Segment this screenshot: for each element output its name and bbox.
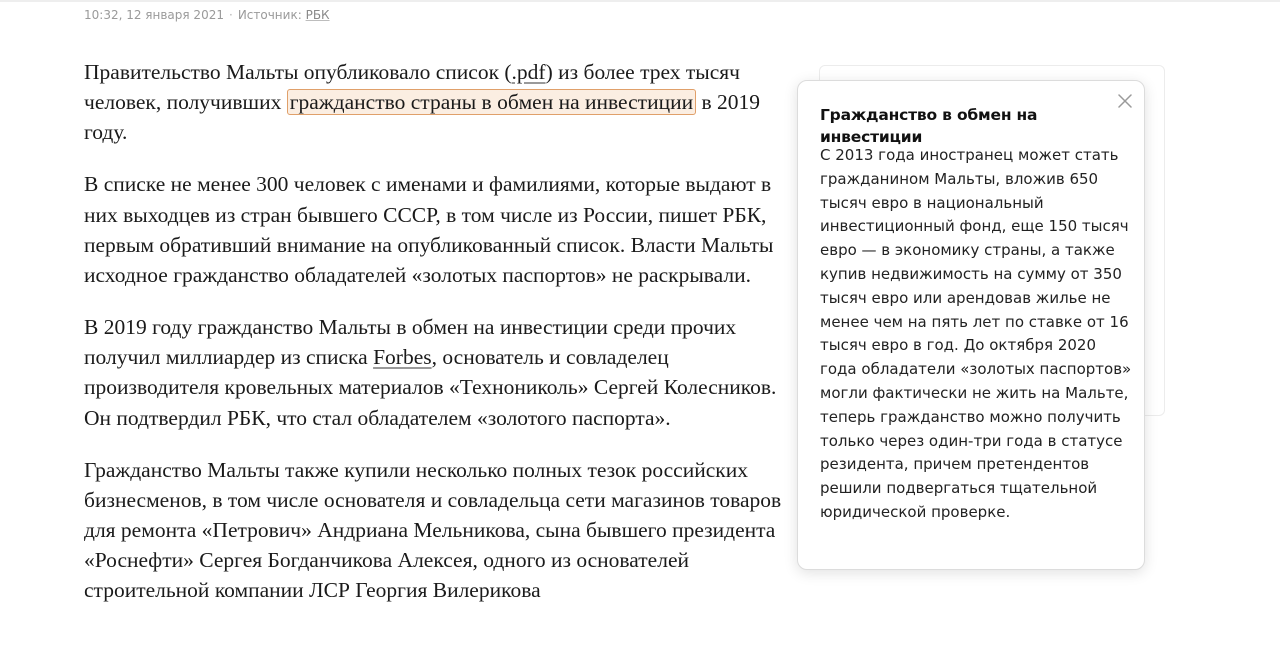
pdf-link[interactable]: .pdf — [512, 60, 546, 84]
top-divider — [0, 0, 1280, 2]
popup-body: С 2013 года иностранец может стать гражд… — [820, 146, 1132, 521]
paragraph-3: В 2019 году гражданство Мальты в обмен н… — [84, 315, 777, 430]
paragraph-2: В списке не менее 300 человек с именами … — [84, 172, 774, 288]
publish-datetime: 10:32, 12 января 2021 — [84, 8, 224, 22]
paragraph-1: Правительство Мальты опубликовало список… — [84, 60, 761, 145]
article-meta: 10:32, 12 января 2021 · Источник: РБК — [84, 8, 330, 22]
highlighted-term[interactable]: гражданство страны в обмен на инвестиции — [286, 89, 697, 116]
popup-title: Гражданство в обмен на инвестиции — [820, 106, 1038, 146]
paragraph-4: Гражданство Мальты также купили нескольк… — [84, 457, 782, 603]
term-popup: Гражданство в обмен на инвестиции С 2013… — [797, 80, 1145, 570]
meta-separator: · — [228, 8, 233, 22]
article-body: Правительство Мальты опубликовало список… — [84, 57, 794, 627]
source-label: Источник: — [237, 8, 302, 22]
forbes-link[interactable]: Forbes — [373, 345, 432, 369]
source-link[interactable]: РБК — [306, 8, 330, 22]
